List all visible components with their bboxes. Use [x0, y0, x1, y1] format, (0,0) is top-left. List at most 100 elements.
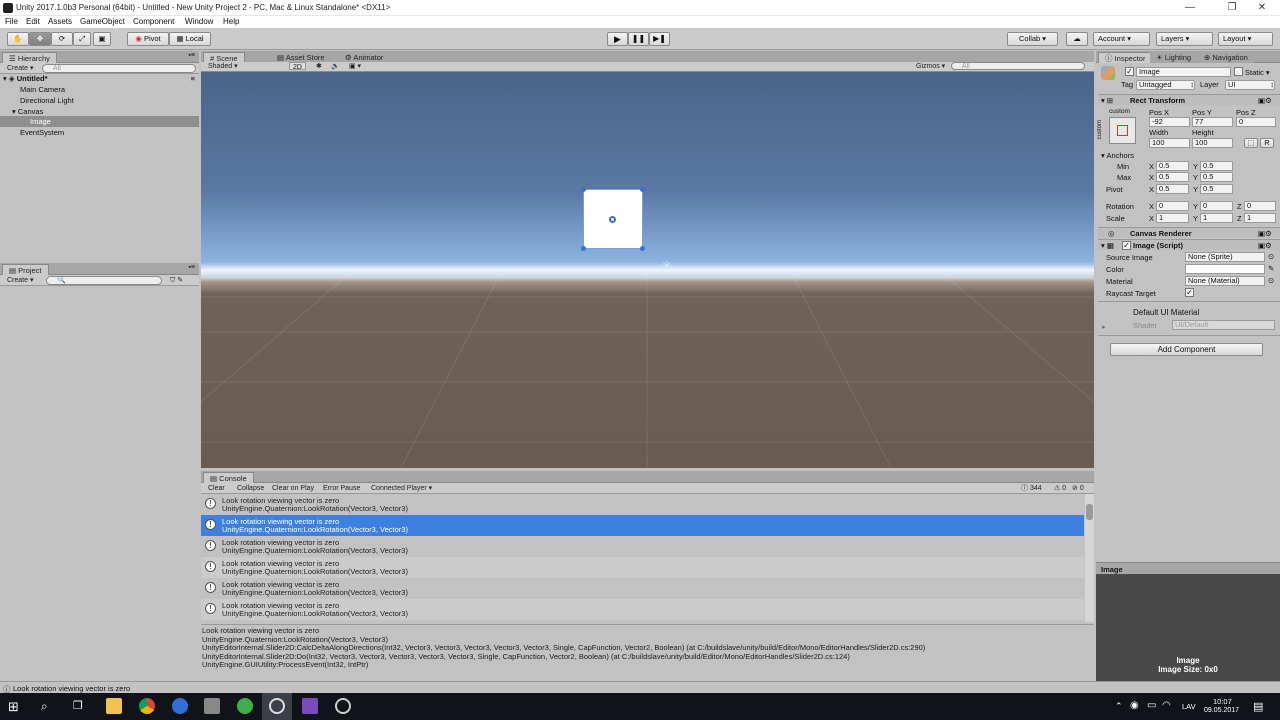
pause-button[interactable]: ❚❚	[628, 32, 649, 46]
unity-taskbar-active[interactable]	[262, 693, 292, 720]
warning-count-toggle[interactable]: ⚠ 0	[1051, 484, 1069, 493]
shading-dropdown[interactable]: Shaded ▾	[205, 62, 241, 71]
tab-lighting[interactable]: ☀ Lighting	[1150, 52, 1198, 63]
play-button[interactable]: ▶	[607, 32, 628, 46]
pivot-x-field[interactable]: 0.5	[1156, 184, 1189, 194]
visual-studio-icon[interactable]	[302, 698, 318, 714]
tab-navigation[interactable]: ⊕ Navigation	[1198, 52, 1254, 63]
rotation-x-field[interactable]: 0	[1156, 201, 1189, 211]
menu-window[interactable]: Window	[185, 17, 213, 26]
anchor-min-x-field[interactable]: 0.5	[1156, 161, 1189, 171]
panel-menu-icon[interactable]: ▪≡	[188, 264, 195, 271]
pivot-handle[interactable]	[609, 216, 616, 223]
blueprint-mode-button[interactable]: ⬚	[1244, 138, 1258, 148]
scale-z-field[interactable]: 1	[1244, 213, 1276, 223]
filter-icon[interactable]: ⛉ ✎	[170, 276, 183, 285]
anchor-preset-button[interactable]	[1109, 117, 1136, 144]
image-enabled-checkbox[interactable]: ✓	[1122, 241, 1131, 250]
account-dropdown[interactable]: Account ▾	[1093, 32, 1150, 46]
component-settings-icon[interactable]: ▣⚙	[1258, 229, 1272, 238]
static-dropdown[interactable]: Static ▾	[1245, 68, 1270, 77]
hierarchy-item-directional-light[interactable]: Directional Light	[0, 95, 199, 106]
hierarchy-item-image[interactable]: Image	[0, 116, 199, 127]
object-picker-icon[interactable]: ⊙	[1268, 276, 1274, 285]
console-row[interactable]: ! Look rotation viewing vector is zero Uni…	[201, 599, 1084, 620]
step-button[interactable]: ▶❚	[649, 32, 670, 46]
hierarchy-search-input[interactable]: All	[42, 64, 196, 73]
anchors-foldout[interactable]: ▾ Anchors	[1101, 151, 1134, 160]
search-icon[interactable]: ⌕	[41, 699, 48, 714]
browser-icon[interactable]	[172, 698, 188, 714]
posy-field[interactable]: 77	[1192, 117, 1233, 127]
rect-handle[interactable]	[581, 246, 586, 251]
rect-handle[interactable]	[640, 246, 645, 251]
menu-file[interactable]: File	[5, 17, 18, 26]
minimize-button[interactable]: —	[1172, 0, 1208, 16]
gizmos-dropdown[interactable]: Gizmos ▾	[913, 62, 948, 71]
static-checkbox[interactable]	[1234, 67, 1243, 76]
component-settings-icon[interactable]: ▣⚙	[1258, 241, 1272, 250]
log-count-toggle[interactable]: ⓘ 344	[1018, 484, 1045, 493]
layers-dropdown[interactable]: Layers ▾	[1156, 32, 1213, 46]
tag-dropdown[interactable]: Untagged ↕	[1136, 80, 1195, 90]
tray-battery-icon[interactable]: ▭	[1147, 700, 1156, 711]
tab-project[interactable]: ▤ Project	[2, 264, 49, 275]
material-foldout-icon[interactable]: ▸	[1102, 322, 1106, 331]
posx-field[interactable]: -92	[1149, 117, 1190, 127]
menu-component[interactable]: Component	[133, 17, 174, 26]
console-row[interactable]: ! Look rotation viewing vector is zero Uni…	[201, 494, 1084, 515]
object-name-field[interactable]: Image	[1136, 67, 1231, 77]
start-icon[interactable]: ⊞	[8, 699, 19, 715]
scale-y-field[interactable]: 1	[1200, 213, 1233, 223]
rect-transform-header[interactable]: ▾ ⊞ Rect Transform ▣⚙	[1098, 94, 1280, 105]
console-error-pause-button[interactable]: Error Pause	[320, 484, 363, 493]
chrome-icon[interactable]	[139, 698, 155, 714]
hierarchy-item-eventsystem[interactable]: EventSystem	[0, 127, 199, 138]
console-clear-button[interactable]: Clear	[205, 484, 228, 493]
unity-hub-icon[interactable]	[335, 698, 351, 714]
tab-hierarchy[interactable]: ☰ Hierarchy	[2, 52, 57, 63]
move-tool-icon[interactable]: ✥	[29, 32, 51, 46]
app-icon[interactable]	[237, 698, 253, 714]
material-field[interactable]: None (Material)	[1185, 276, 1265, 286]
rect-handle[interactable]	[581, 187, 586, 192]
menu-gameobject[interactable]: GameObject	[80, 17, 125, 26]
shader-dropdown[interactable]: UI/Default	[1172, 320, 1275, 330]
console-collapse-button[interactable]: Collapse	[234, 484, 267, 493]
height-field[interactable]: 100	[1192, 138, 1233, 148]
raw-edit-button[interactable]: R	[1260, 138, 1274, 148]
console-connected-player-dropdown[interactable]: Connected Player ▾	[368, 484, 435, 493]
effects-toggle-icon[interactable]: ▣ ▾	[346, 62, 364, 71]
hierarchy-create-button[interactable]: Create ▾	[4, 64, 36, 73]
rotate-tool-icon[interactable]: ⟳	[51, 32, 73, 46]
rect-tool-icon[interactable]: ▣	[93, 32, 111, 46]
scene-view[interactable]: ✳	[201, 72, 1094, 468]
active-checkbox[interactable]: ✓	[1125, 67, 1134, 76]
computer-icon[interactable]	[204, 698, 220, 714]
rotation-z-field[interactable]: 0	[1244, 201, 1276, 211]
anchor-min-y-field[interactable]: 0.5	[1200, 161, 1233, 171]
network-icon[interactable]: ◠	[1162, 700, 1171, 711]
hand-tool-icon[interactable]: ✋	[7, 32, 29, 46]
menu-help[interactable]: Help	[223, 17, 239, 26]
menu-assets[interactable]: Assets	[48, 17, 72, 26]
scene-search-input[interactable]: All	[951, 62, 1085, 70]
scrollbar-thumb[interactable]	[1086, 504, 1093, 520]
error-count-toggle[interactable]: ⊘ 0	[1069, 484, 1087, 493]
status-message[interactable]: Look rotation viewing vector is zero	[13, 684, 130, 693]
panel-menu-icon[interactable]: ▪≡	[188, 52, 195, 59]
source-image-field[interactable]: None (Sprite)	[1185, 252, 1265, 262]
cloud-icon[interactable]: ☁	[1066, 32, 1088, 46]
project-create-button[interactable]: Create ▾	[4, 276, 36, 285]
collab-button[interactable]: Collab ▾	[1007, 32, 1058, 46]
menu-edit[interactable]: Edit	[26, 17, 40, 26]
console-row[interactable]: ! Look rotation viewing vector is zero Uni…	[201, 557, 1084, 578]
notification-icon[interactable]: ▤	[1253, 700, 1263, 713]
local-toggle[interactable]: ▦ Local	[169, 32, 211, 46]
image-object[interactable]	[581, 187, 645, 251]
scene-root-row[interactable]: ▾ ◈ Untitled* ≡	[0, 73, 199, 84]
clock-time[interactable]: 10:07	[1213, 697, 1232, 706]
component-settings-icon[interactable]: ▣⚙	[1258, 96, 1272, 105]
lighting-toggle-icon[interactable]: ✱	[313, 62, 325, 71]
pivot-y-field[interactable]: 0.5	[1200, 184, 1233, 194]
